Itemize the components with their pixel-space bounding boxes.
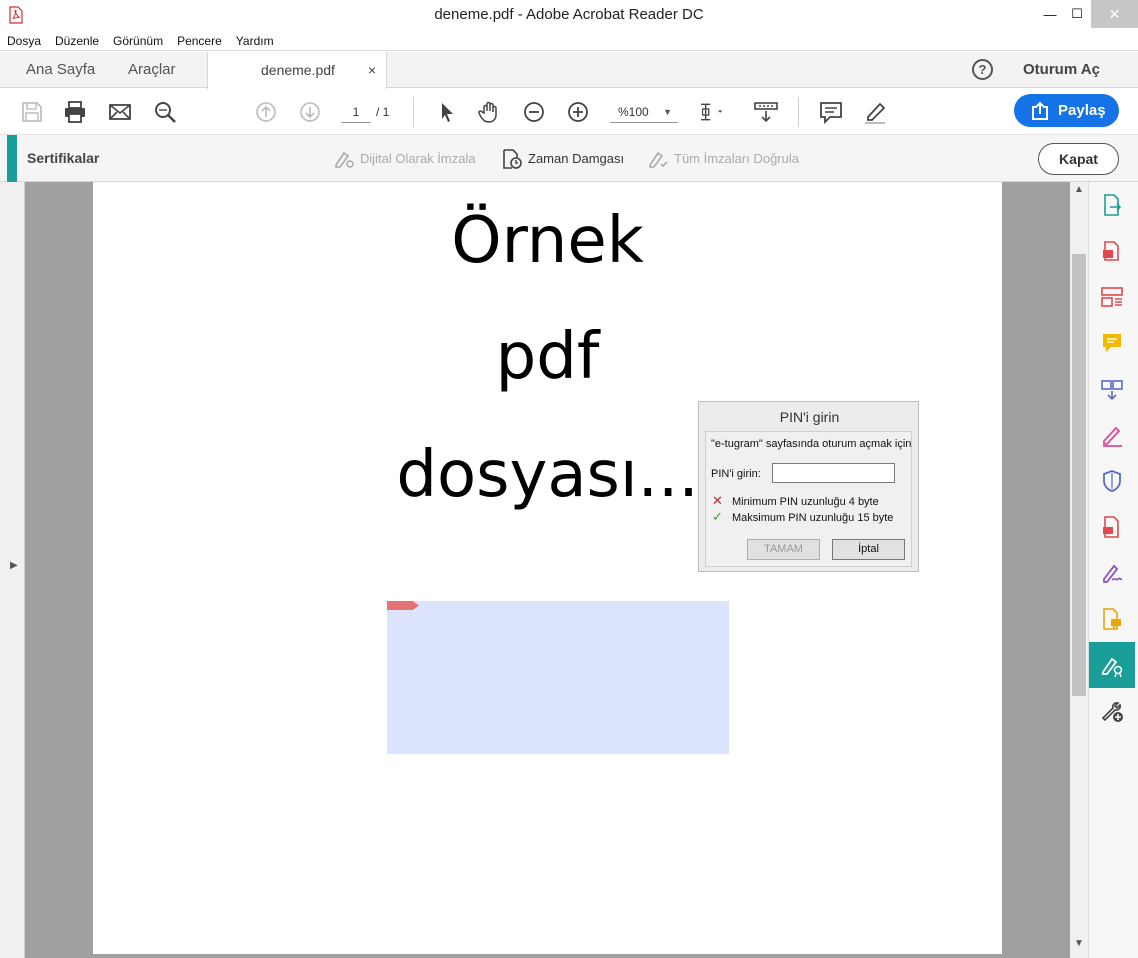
toolbar-divider [413, 97, 414, 127]
pen-check-icon [649, 151, 668, 168]
protect-icon[interactable] [1089, 458, 1135, 504]
maximize-button[interactable]: ☐ [1065, 0, 1089, 28]
scroll-mode-icon[interactable] [753, 99, 779, 125]
tab-home[interactable]: Ana Sayfa [26, 52, 95, 88]
send-for-signature-icon[interactable] [1089, 550, 1135, 596]
email-icon[interactable] [107, 99, 133, 125]
tab-tools[interactable]: Araçlar [128, 52, 176, 88]
document-text-line: pdf [495, 320, 600, 394]
send-comments-icon[interactable] [1089, 596, 1135, 642]
close-tab-icon[interactable]: × [368, 52, 376, 88]
close-window-button[interactable]: ✕ [1091, 0, 1138, 28]
pin-input[interactable] [772, 463, 895, 483]
chevron-down-icon: ▼ [663, 107, 672, 117]
pin-rule-max: Maksimum PIN uzunluğu 15 byte [732, 512, 894, 524]
send-for-review-icon[interactable] [1089, 504, 1135, 550]
menu-edit[interactable]: Düzenle [48, 31, 106, 50]
save-icon[interactable] [19, 99, 45, 125]
tab-bar: Ana Sayfa Araçlar deneme.pdf × ? Oturum … [0, 52, 1138, 89]
search-icon[interactable] [152, 99, 178, 125]
certificates-tool-icon[interactable] [1089, 642, 1135, 688]
menu-help[interactable]: Yardım [229, 31, 281, 50]
validate-signatures-button[interactable]: Tüm İmzaları Doğrula [646, 135, 816, 182]
scroll-up-icon[interactable]: ▲ [1074, 184, 1084, 195]
share-icon [1032, 101, 1048, 120]
menu-window[interactable]: Pencere [170, 31, 229, 50]
fit-page-icon[interactable] [698, 99, 724, 125]
cancel-button[interactable]: İptal [832, 539, 905, 560]
document-text-line: Örnek [451, 204, 644, 278]
hand-tool-icon[interactable] [477, 99, 503, 125]
menu-view[interactable]: Görünüm [106, 31, 170, 50]
cross-icon: ✕ [712, 493, 723, 508]
main-toolbar: 1 / 1 %100 ▼ Paylaş [0, 89, 1138, 135]
certificates-bar: Sertifikalar Dijital Olarak İmzala Zaman… [0, 135, 1138, 182]
clock-document-icon [503, 149, 522, 169]
signin-button[interactable]: Oturum Aç [1023, 52, 1100, 88]
pin-dialog-title: PIN'i girin [779, 409, 840, 425]
vertical-scrollbar[interactable]: ▲ ▼ [1070, 182, 1088, 958]
timestamp-label: Zaman Damgası [528, 151, 625, 166]
zoom-out-icon[interactable] [521, 99, 547, 125]
toolbar-divider [798, 97, 799, 127]
tool-accent-bar [7, 135, 17, 182]
print-icon[interactable] [62, 99, 88, 125]
title-bar: deneme.pdf - Adobe Acrobat Reader DC — ☐… [0, 0, 1138, 31]
organize-pages-icon[interactable] [1089, 274, 1135, 320]
help-icon[interactable]: ? [972, 59, 993, 80]
share-label: Paylaş [1058, 102, 1106, 119]
page-total: / 1 [376, 105, 390, 119]
comment-tool-icon[interactable] [1089, 320, 1135, 366]
previous-page-icon[interactable] [253, 99, 279, 125]
digitally-sign-button[interactable]: Dijital Olarak İmzala [332, 135, 492, 182]
create-pdf-icon[interactable] [1089, 228, 1135, 274]
certificates-title: Sertifikalar [27, 150, 100, 166]
window-title: deneme.pdf - Adobe Acrobat Reader DC [434, 6, 704, 23]
pin-dialog-message: "e-tugram" sayfasında oturum açmak için [711, 438, 912, 450]
menu-bar: Dosya Düzenle Görünüm Pencere Yardım [0, 31, 1138, 51]
validate-signatures-label: Tüm İmzaları Doğrula [674, 151, 799, 166]
ok-button[interactable]: TAMAM [747, 539, 820, 560]
pin-label: PIN'i girin: [711, 468, 761, 480]
pin-dialog-body: "e-tugram" sayfasında oturum açmak için … [705, 431, 912, 567]
expand-left-pane-icon[interactable]: ▶ [10, 560, 18, 571]
checkmark-icon: ✓ [712, 509, 723, 524]
fill-sign-icon[interactable] [1089, 412, 1135, 458]
left-nav-pane: ▶ [0, 182, 25, 958]
zoom-in-icon[interactable] [565, 99, 591, 125]
signature-field[interactable] [387, 601, 729, 754]
next-page-icon[interactable] [297, 99, 323, 125]
select-cursor-icon[interactable] [434, 99, 460, 125]
more-tools-icon[interactable] [1089, 688, 1135, 734]
document-tab-label: deneme.pdf [261, 62, 335, 78]
pin-rule-min: Minimum PIN uzunluğu 4 byte [732, 496, 879, 508]
export-pdf-icon[interactable] [1089, 182, 1135, 228]
zoom-select[interactable]: %100 ▼ [610, 101, 678, 123]
scroll-down-icon[interactable]: ▼ [1074, 938, 1084, 949]
digitally-sign-label: Dijital Olarak İmzala [360, 151, 476, 166]
pen-sign-icon [335, 151, 354, 168]
menu-file[interactable]: Dosya [0, 31, 48, 50]
tab-document[interactable]: deneme.pdf × [207, 52, 387, 89]
highlight-icon[interactable] [862, 99, 888, 125]
zoom-value: %100 [618, 105, 649, 119]
share-button[interactable]: Paylaş [1014, 94, 1119, 127]
comment-icon[interactable] [818, 99, 844, 125]
scroll-thumb[interactable] [1072, 254, 1086, 696]
combine-files-icon[interactable] [1089, 366, 1135, 412]
pin-dialog: PIN'i girin "e-tugram" sayfasında oturum… [698, 401, 919, 572]
page-number-input[interactable]: 1 [341, 101, 371, 123]
right-tools-panel [1088, 182, 1138, 958]
timestamp-button[interactable]: Zaman Damgası [500, 135, 635, 182]
minimize-button[interactable]: — [1035, 0, 1065, 28]
signature-flag-icon [387, 601, 419, 610]
document-viewport[interactable]: ▶ Örnek pdf dosyası... ▲ ▼ [0, 182, 1088, 958]
close-tool-button[interactable]: Kapat [1038, 143, 1119, 175]
